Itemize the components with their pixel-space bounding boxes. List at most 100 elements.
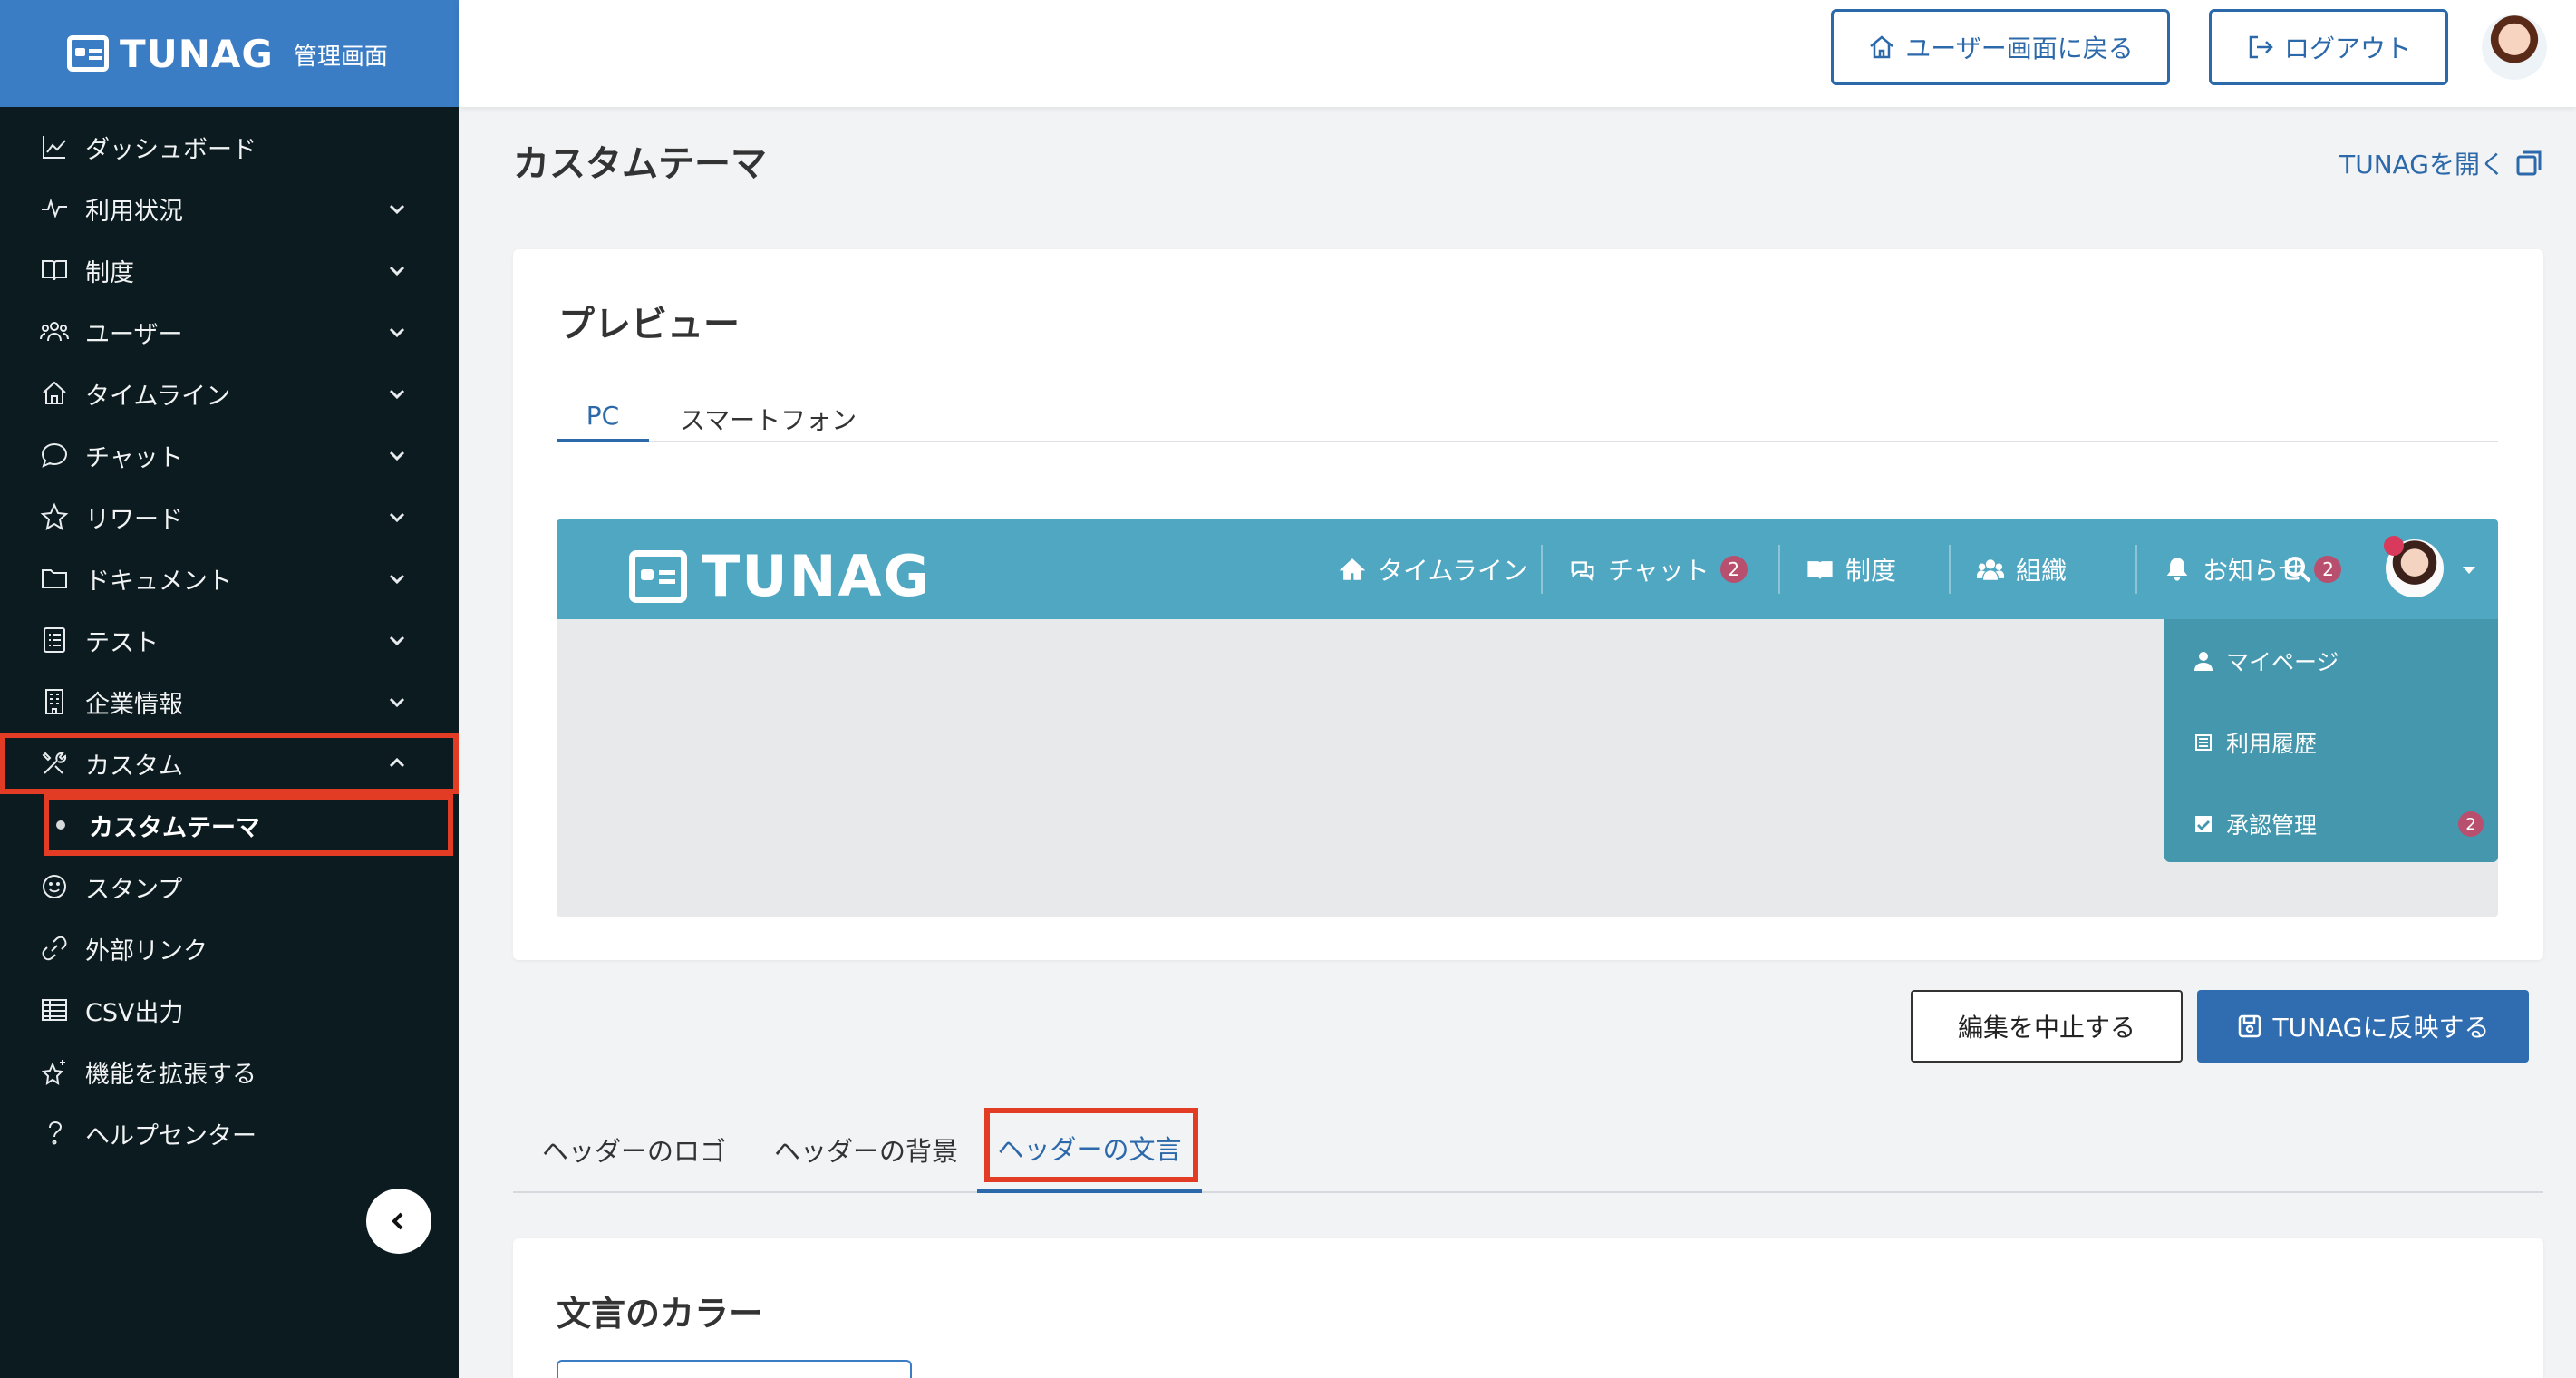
brand-logo-text: TUNAG: [120, 31, 274, 76]
sidebar-item-users[interactable]: ユーザー: [0, 301, 459, 363]
sparkle-star-icon: [40, 1057, 69, 1086]
search-icon: [2282, 554, 2313, 585]
sidebar-item-label: カスタム: [85, 752, 183, 781]
chevron-down-icon: [386, 506, 408, 528]
check-square-icon: [2195, 816, 2212, 832]
apply-to-tunag-button[interactable]: TUNAGに反映する: [2197, 990, 2529, 1063]
mock-nav-chat: チャット 2: [1568, 547, 1748, 592]
sidebar-item-label: 制度: [85, 258, 134, 287]
highlight-box: [984, 1108, 1198, 1182]
sidebar-item-document[interactable]: ドキュメント: [0, 548, 459, 609]
tab-pc[interactable]: PC: [557, 390, 649, 442]
sidebar-item-label: スタンプ: [85, 875, 183, 904]
sidebar-item-external-link[interactable]: 外部リンク: [0, 917, 459, 979]
bullet-dot-icon: [56, 820, 65, 830]
mock-nav-divider: [2135, 545, 2137, 594]
sidebar-item-company[interactable]: 企業情報: [0, 671, 459, 733]
sidebar: TUNAG 管理画面 ダッシュボード 利用状況 制度 ユーザー タイムライン チ…: [0, 0, 459, 1378]
mock-logo-text: TUNAG: [702, 543, 932, 609]
mock-nav-timeline: タイムライン: [1338, 547, 1528, 592]
sidebar-item-timeline[interactable]: タイムライン: [0, 363, 459, 424]
sidebar-subitem-custom-theme[interactable]: カスタムテーマ: [44, 794, 453, 856]
sidebar-nav: ダッシュボード 利用状況 制度 ユーザー タイムライン チャット リワード ドキ…: [0, 107, 459, 1164]
sidebar-item-stamp[interactable]: スタンプ: [0, 856, 459, 917]
brand-subtitle: 管理画面: [293, 43, 388, 71]
sidebar-item-label: 外部リンク: [85, 936, 208, 966]
sidebar-item-label: 利用状況: [85, 197, 183, 226]
open-tunag-label: TUNAGを開く: [2339, 150, 2505, 180]
color-input[interactable]: [557, 1360, 912, 1378]
tab-header-background[interactable]: ヘッダーの背景: [774, 1106, 958, 1193]
approval-badge: 2: [2458, 811, 2484, 837]
mock-dropdown-menu: マイページ 利用履歴 承認管理 2: [2164, 619, 2498, 862]
sidebar-item-label: タイムライン: [85, 382, 231, 411]
open-tunag-link[interactable]: TUNAGを開く: [2339, 145, 2543, 181]
sidebar-item-csv[interactable]: CSV出力: [0, 979, 459, 1041]
avatar[interactable]: [2482, 15, 2547, 80]
table-icon: [40, 995, 69, 1024]
mock-nav-label: タイムライン: [1378, 556, 1529, 586]
sidebar-item-label: チャット: [85, 443, 183, 472]
mock-menu-label: マイページ: [2226, 649, 2339, 675]
checklist-icon: [40, 626, 69, 655]
sidebar-item-usage[interactable]: 利用状況: [0, 178, 459, 239]
mock-nav-organization: 組織: [1976, 547, 2067, 592]
collapse-sidebar-button[interactable]: [366, 1189, 431, 1254]
tunag-logo-icon: [67, 35, 109, 72]
chat-bubble-icon: [40, 441, 69, 470]
pulse-icon: [40, 194, 69, 223]
users-icon: [40, 317, 69, 346]
mock-nav-label: 組織: [2016, 556, 2068, 586]
sidebar-item-test[interactable]: テスト: [0, 609, 459, 671]
tab-smartphone[interactable]: スマートフォン: [680, 390, 857, 442]
list-icon: [2195, 734, 2212, 751]
chevron-down-icon: [386, 629, 408, 651]
sidebar-item-label: テスト: [85, 628, 159, 657]
text-color-title: 文言のカラー: [557, 1294, 764, 1334]
logout-button[interactable]: ログアウト: [2209, 9, 2448, 85]
preview-card: プレビュー PC スマートフォン TUNAG タイムライン チャット 2 制度 …: [513, 249, 2543, 960]
sidebar-item-label: ヘルプセンター: [85, 1121, 257, 1150]
mock-nav-label: チャット: [1608, 556, 1709, 586]
brand-header[interactable]: TUNAG 管理画面: [0, 0, 459, 107]
sidebar-item-extend[interactable]: 機能を拡張する: [0, 1041, 459, 1102]
notification-dot: [2384, 536, 2404, 556]
mock-nav-divider: [1541, 545, 1543, 594]
logout-label: ログアウト: [2283, 34, 2411, 63]
sidebar-item-label: 企業情報: [85, 690, 183, 719]
notice-badge: 2: [2314, 556, 2342, 583]
sidebar-item-label: リワード: [85, 505, 183, 534]
caret-down-icon: [2463, 567, 2475, 574]
cancel-edit-button[interactable]: 編集を中止する: [1911, 990, 2183, 1063]
tab-header-logo[interactable]: ヘッダーのロゴ: [542, 1106, 726, 1193]
person-icon: [2194, 652, 2213, 671]
mock-nav-label: 制度: [1845, 556, 1897, 586]
sidebar-item-reward[interactable]: リワード: [0, 486, 459, 548]
apply-label: TUNAGに反映する: [2272, 1013, 2490, 1043]
mock-nav-notice: お知らせ 2: [2163, 547, 2342, 592]
sidebar-item-dashboard[interactable]: ダッシュボード: [0, 116, 459, 178]
mock-nav-system: 制度: [1806, 547, 1896, 592]
chevron-down-icon: [386, 444, 408, 466]
back-to-user-screen-button[interactable]: ユーザー画面に戻る: [1831, 9, 2170, 85]
sidebar-item-label: ダッシュボード: [85, 135, 257, 164]
tools-icon: [40, 749, 69, 778]
sidebar-item-system[interactable]: 制度: [0, 239, 459, 301]
logout-icon: [2249, 35, 2273, 59]
chevron-down-icon: [386, 198, 408, 219]
mock-header: TUNAG タイムライン チャット 2 制度 組織 お知らせ 2: [557, 519, 2498, 619]
book-icon: [40, 256, 69, 285]
external-window-icon: [2516, 150, 2542, 176]
tunag-logo-icon: [629, 549, 687, 603]
mock-nav-divider: [1949, 545, 1951, 594]
sidebar-item-label: CSV出力: [85, 998, 184, 1027]
sidebar-item-custom[interactable]: カスタム: [0, 733, 459, 794]
back-to-user-screen-label: ユーザー画面に戻る: [1905, 34, 2134, 63]
mock-logo: TUNAG: [629, 543, 931, 609]
sidebar-item-label: ドキュメント: [85, 567, 232, 596]
chevron-left-icon: [392, 1212, 403, 1230]
sidebar-item-help[interactable]: ヘルプセンター: [0, 1102, 459, 1164]
sidebar-item-chat[interactable]: チャット: [0, 424, 459, 486]
users-icon: [1976, 555, 2005, 584]
preview-title: プレビュー: [558, 304, 740, 345]
